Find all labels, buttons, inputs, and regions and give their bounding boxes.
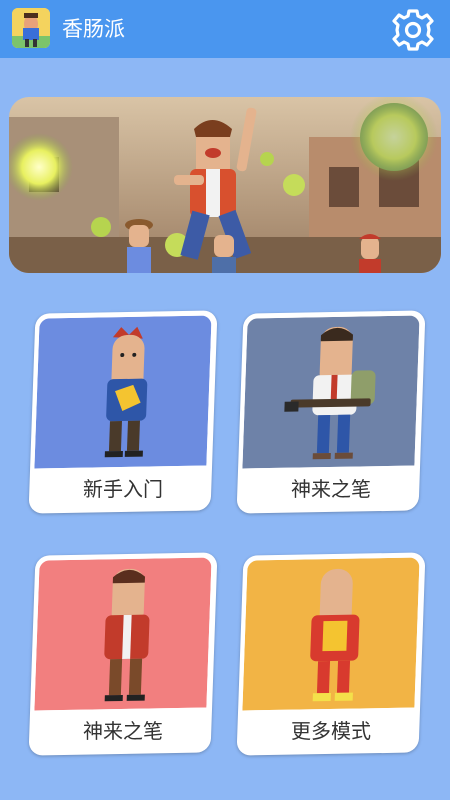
card-art [34,315,212,469]
card-masterstroke-2[interactable]: 神来之笔 [28,552,218,756]
card-label: 神来之笔 [83,719,163,743]
settings-button[interactable] [390,7,436,53]
card-more-modes[interactable]: 更多模式 [236,552,426,756]
gear-icon [392,9,434,51]
app-logo-icon [12,8,50,48]
card-newbie-guide[interactable]: 新手入门 [28,310,218,514]
character-portrait-icon [34,315,212,469]
card-art [242,557,420,711]
game-banner-image [9,97,441,273]
card-label: 新手入门 [83,477,163,501]
card-art [242,315,420,469]
card-label: 神来之笔 [291,477,371,501]
character-portrait-icon [34,557,212,711]
app-bar: 香肠派 [0,0,450,58]
character-portrait-icon [242,557,420,711]
game-banner[interactable] [9,97,441,273]
app-title: 香肠派 [62,17,125,41]
character-portrait-icon [242,315,420,469]
card-masterstroke-1[interactable]: 神来之笔 [236,310,426,514]
card-art [34,557,212,711]
card-label: 更多模式 [291,719,371,743]
